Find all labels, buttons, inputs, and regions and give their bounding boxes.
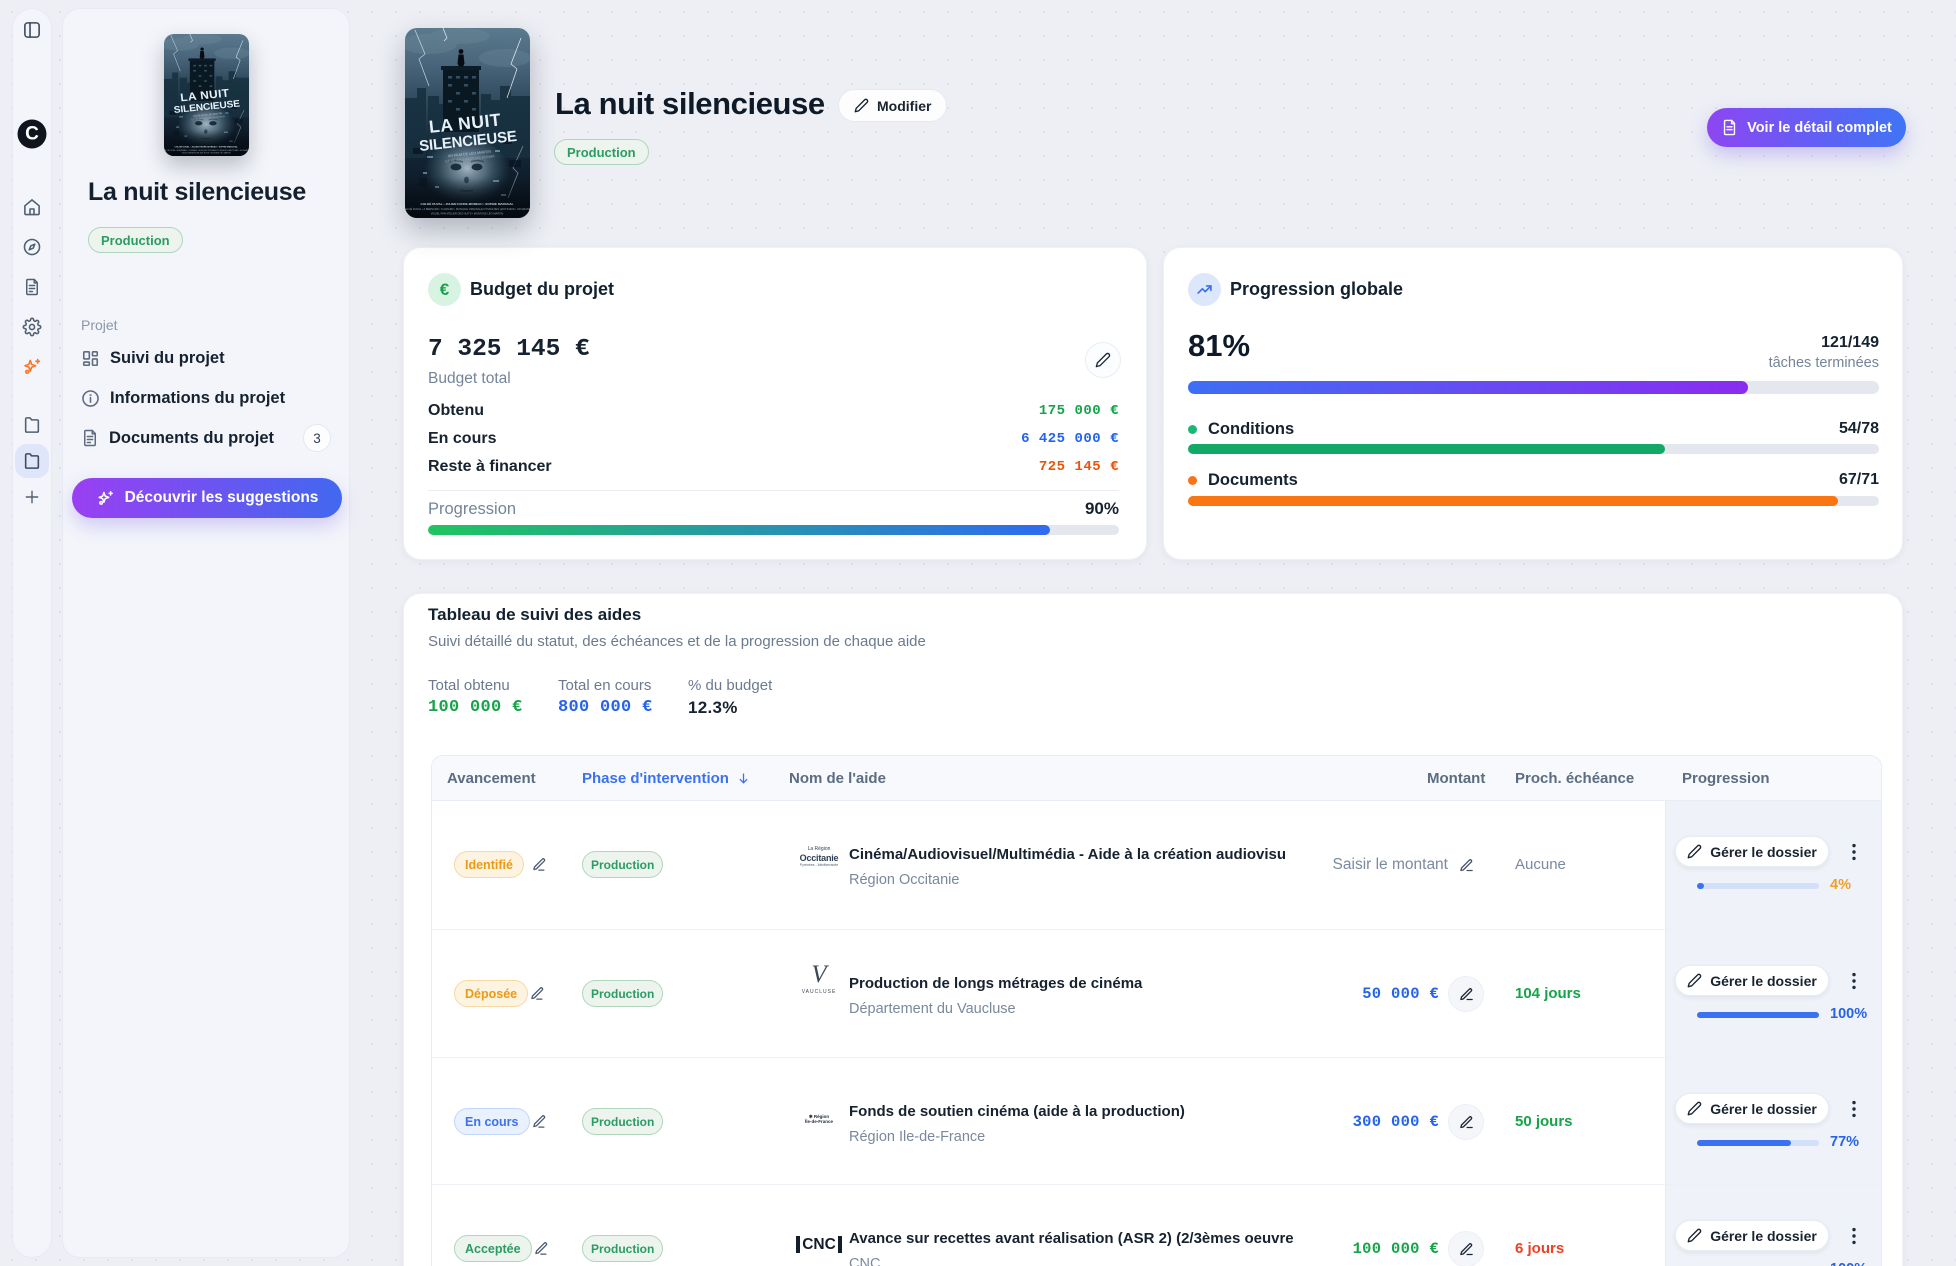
svg-text:CHLOÉ DUVAL • JULIEN FAURE-MOR: CHLOÉ DUVAL • JULIEN FAURE-MOREAU • SOPH… — [175, 146, 239, 149]
svg-text:VISUEL PAR ATELIER DES NUITS •: VISUEL PAR ATELIER DES NUITS • MONTAGE L… — [182, 152, 232, 155]
svg-text:CHLOÉ DUVAL • A.BERNARD • S.GI: CHLOÉ DUVAL • A.BERNARD • S.GIRARD • MUS… — [164, 149, 249, 152]
svg-text:CHLOÉ DUVAL • JULIEN FAURE-MOR: CHLOÉ DUVAL • JULIEN FAURE-MOREAU • SOPH… — [421, 201, 514, 206]
